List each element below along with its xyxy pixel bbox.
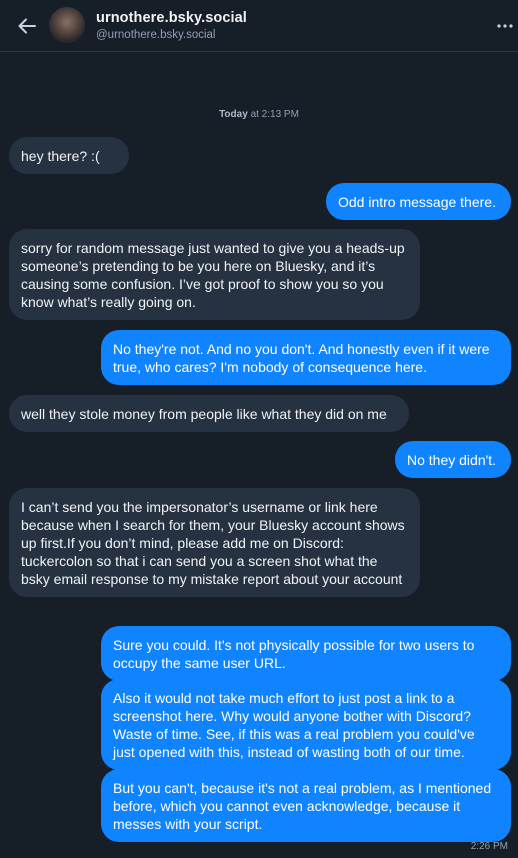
message-timestamp: 2:26 PM [470,841,508,852]
message-bubble-incoming[interactable]: well they stole money from people like w… [9,395,409,432]
message-bubble-outgoing[interactable]: Odd intro message there. [326,183,511,220]
message-bubble-incoming[interactable]: hey there? :( [9,137,129,174]
message-bubble-outgoing[interactable]: Also it would not take much effort to ju… [101,679,511,770]
back-button[interactable] [14,13,40,39]
date-separator: Today at 2:13 PM [0,109,518,120]
ellipsis-icon [497,24,513,28]
arrow-left-icon [18,18,36,34]
message-bubble-incoming[interactable]: I can’t send you the impersonator’s user… [9,488,420,597]
message-bubble-incoming[interactable]: sorry for random message just wanted to … [9,229,420,320]
time-label: at 2:13 PM [250,109,299,120]
chat-header: urnothere.bsky.social @urnothere.bsky.so… [0,0,518,52]
more-options-button[interactable] [494,16,516,36]
chat-partner-name[interactable]: urnothere.bsky.social [96,10,247,26]
avatar[interactable] [49,7,85,43]
chat-partner-handle: @urnothere.bsky.social [96,29,216,41]
date-label: Today [219,109,248,120]
message-bubble-outgoing[interactable]: But you can't, because it's not a real p… [101,769,511,842]
message-bubble-outgoing[interactable]: Sure you could. It's not physically poss… [101,626,511,681]
message-bubble-outgoing[interactable]: No they didn't. [395,441,511,478]
chat-screen: urnothere.bsky.social @urnothere.bsky.so… [0,0,518,858]
message-bubble-outgoing[interactable]: No they're not. And no you don't. And ho… [101,330,511,385]
